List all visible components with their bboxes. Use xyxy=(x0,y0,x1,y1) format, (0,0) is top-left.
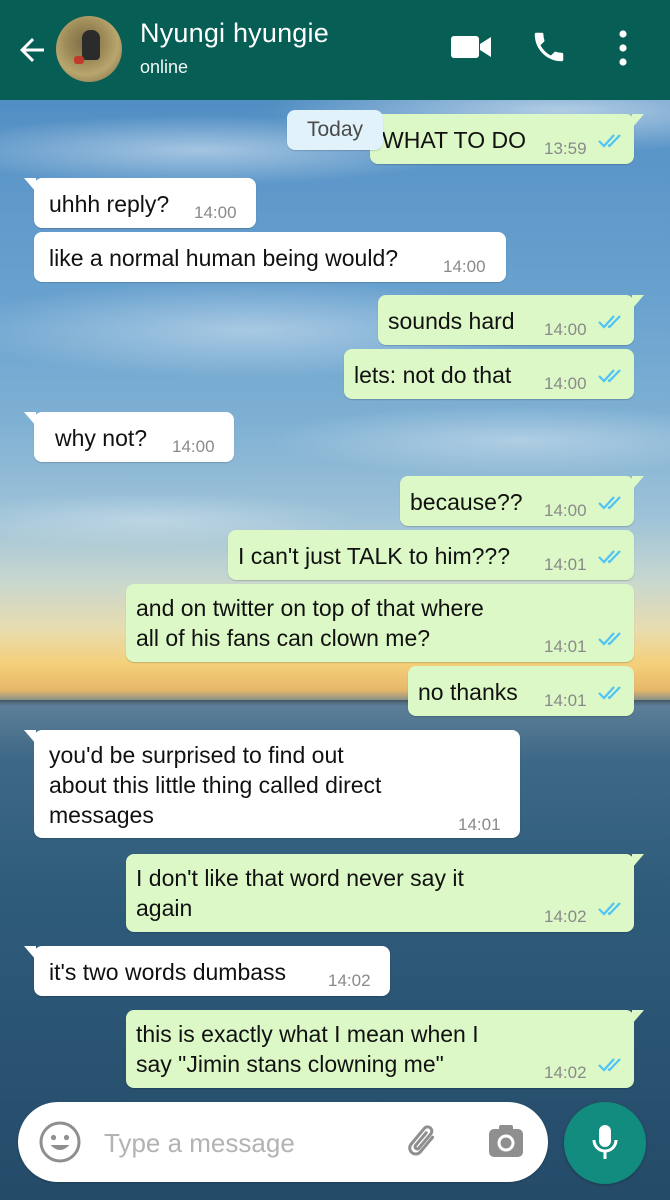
message-text: like a normal human being would? xyxy=(49,245,399,271)
read-receipt-icon xyxy=(598,550,621,564)
message-time: 14:02 xyxy=(544,1063,587,1082)
message-time: 14:00 xyxy=(544,320,587,339)
message-outgoing[interactable]: this is exactly what I mean when I say "… xyxy=(126,1010,644,1088)
read-receipt-icon xyxy=(598,369,621,383)
message-outgoing[interactable]: no thanks 14:01 xyxy=(408,666,634,716)
message-outgoing[interactable]: I can't just TALK to him??? 14:01 xyxy=(228,530,634,580)
message-text: you'd be surprised to find out about thi… xyxy=(49,742,382,828)
message-text: no thanks xyxy=(418,679,518,705)
voice-record-button[interactable] xyxy=(564,1102,646,1184)
more-options-icon[interactable] xyxy=(612,28,634,68)
message-outgoing[interactable]: because?? 14:00 xyxy=(400,476,644,526)
message-time: 14:00 xyxy=(172,437,215,456)
avatar-detail xyxy=(74,56,84,64)
attachment-icon[interactable] xyxy=(402,1120,446,1164)
camera-icon[interactable] xyxy=(486,1122,526,1162)
read-receipt-icon xyxy=(598,1058,621,1072)
date-separator: Today xyxy=(287,110,383,150)
message-time: 13:59 xyxy=(544,139,587,158)
read-receipt-icon xyxy=(598,902,621,916)
message-time: 14:01 xyxy=(544,691,587,710)
phone-call-icon[interactable] xyxy=(530,28,568,66)
message-outgoing[interactable]: and on twitter on top of that where all … xyxy=(126,584,634,662)
microphone-icon xyxy=(592,1125,618,1159)
message-text: and on twitter on top of that where all … xyxy=(136,595,484,651)
message-incoming[interactable]: you'd be surprised to find out about thi… xyxy=(24,730,520,838)
message-time: 14:01 xyxy=(458,815,501,834)
contact-avatar[interactable] xyxy=(56,16,122,82)
contact-name[interactable]: Nyungi hyungie xyxy=(140,18,329,49)
message-outgoing[interactable]: lets: not do that 14:00 xyxy=(344,349,634,399)
emoji-icon[interactable] xyxy=(38,1120,82,1164)
message-time: 14:00 xyxy=(194,203,237,222)
read-receipt-icon xyxy=(598,315,621,329)
message-incoming[interactable]: it's two words dumbass 14:02 xyxy=(24,946,390,996)
message-time: 14:01 xyxy=(544,637,587,656)
chat-header: Nyungi hyungie online xyxy=(0,0,670,100)
message-time: 14:00 xyxy=(544,501,587,520)
message-text: I don't like that word never say it agai… xyxy=(136,865,464,921)
message-text: sounds hard xyxy=(388,308,515,334)
read-receipt-icon xyxy=(598,632,621,646)
read-receipt-icon xyxy=(598,686,621,700)
read-receipt-icon xyxy=(598,496,621,510)
message-time: 14:02 xyxy=(544,907,587,926)
message-time: 14:00 xyxy=(443,257,486,276)
message-incoming[interactable]: uhhh reply? 14:00 xyxy=(24,178,256,228)
message-incoming[interactable]: like a normal human being would? 14:00 xyxy=(34,232,506,282)
message-text: uhhh reply? xyxy=(49,191,170,217)
message-text: because?? xyxy=(410,489,523,515)
video-call-icon[interactable] xyxy=(449,32,493,62)
read-receipt-icon xyxy=(598,134,621,148)
contact-status: online xyxy=(140,57,189,77)
message-text: I can't just TALK to him??? xyxy=(238,543,511,569)
message-text: WHAT TO DO xyxy=(382,127,526,153)
message-outgoing[interactable]: WHAT TO DO 13:59 xyxy=(370,114,644,164)
message-text: this is exactly what I mean when I say "… xyxy=(136,1021,479,1077)
message-text: it's two words dumbass xyxy=(49,959,287,985)
message-input[interactable] xyxy=(102,1120,386,1166)
message-time: 14:01 xyxy=(544,555,587,574)
message-outgoing[interactable]: I don't like that word never say it agai… xyxy=(126,854,644,932)
message-time: 14:00 xyxy=(544,374,587,393)
back-arrow-icon[interactable] xyxy=(14,32,50,68)
message-composer xyxy=(18,1102,548,1182)
avatar-figure xyxy=(82,30,100,60)
message-outgoing[interactable]: sounds hard 14:00 xyxy=(378,295,644,345)
message-text: why not? xyxy=(55,425,148,451)
message-time: 14:02 xyxy=(328,971,371,990)
message-incoming[interactable]: why not? 14:00 xyxy=(24,412,234,462)
message-text: lets: not do that xyxy=(354,362,512,388)
